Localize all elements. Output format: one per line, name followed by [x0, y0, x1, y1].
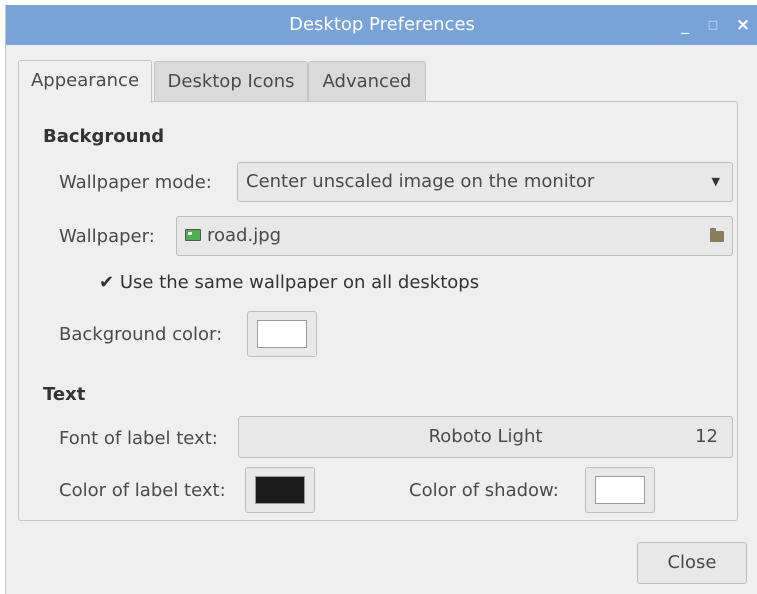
background-color-button[interactable] — [247, 311, 317, 357]
same-wallpaper-label: Use the same wallpaper on all desktops — [119, 272, 480, 293]
font-name: Roboto Light — [428, 426, 543, 447]
folder-icon — [710, 228, 724, 242]
background-color-swatch — [257, 320, 307, 348]
font-button[interactable]: Roboto Light 12 — [238, 416, 733, 458]
maximize-button[interactable]: □ — [702, 5, 724, 45]
close-window-button[interactable]: × — [732, 5, 754, 45]
label-color-swatch — [255, 476, 305, 504]
tab-appearance[interactable]: Appearance — [18, 60, 152, 103]
appearance-panel: Background Wallpaper mode: Center unscal… — [18, 101, 738, 521]
wallpaper-mode-label: Wallpaper mode: — [59, 172, 212, 193]
checkmark-icon: ✔ — [99, 272, 115, 293]
titlebar[interactable]: Desktop Preferences _ □ × — [6, 5, 757, 45]
tab-advanced[interactable]: Advanced — [308, 61, 426, 101]
wallpaper-label: Wallpaper: — [59, 226, 155, 247]
shadow-color-label: Color of shadow: — [409, 480, 559, 501]
wallpaper-file-chooser[interactable]: road.jpg — [176, 216, 733, 256]
window-title: Desktop Preferences — [289, 14, 475, 35]
label-color-button[interactable] — [245, 467, 315, 513]
chevron-down-icon: ▼ — [711, 175, 720, 188]
shadow-color-swatch — [595, 476, 645, 504]
wallpaper-mode-value: Center unscaled image on the monitor — [246, 171, 595, 192]
background-color-label: Background color: — [59, 324, 223, 345]
minimize-button[interactable]: _ — [674, 5, 696, 45]
image-file-icon — [185, 229, 201, 241]
close-button[interactable]: Close — [637, 542, 747, 584]
same-wallpaper-checkbox[interactable]: ✔ Use the same wallpaper on all desktops — [99, 272, 479, 293]
text-section-title: Text — [43, 384, 86, 405]
wallpaper-file-name: road.jpg — [207, 225, 282, 246]
font-size: 12 — [695, 426, 718, 447]
tab-desktop-icons[interactable]: Desktop Icons — [154, 61, 308, 101]
shadow-color-button[interactable] — [585, 467, 655, 513]
wallpaper-mode-select[interactable]: Center unscaled image on the monitor ▼ — [237, 162, 733, 202]
desktop-preferences-window: Desktop Preferences _ □ × Appearance Des… — [5, 5, 757, 594]
label-color-label: Color of label text: — [59, 480, 226, 501]
background-section-title: Background — [43, 126, 165, 147]
font-label: Font of label text: — [59, 428, 218, 449]
